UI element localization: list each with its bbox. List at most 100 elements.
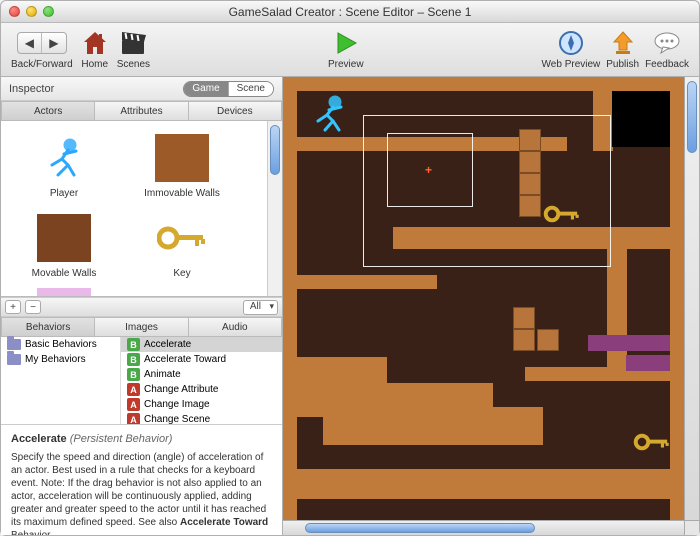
preview-button[interactable]: Preview	[328, 29, 364, 70]
description-body: Specify the speed and direction (angle) …	[11, 451, 272, 535]
toggle-scene[interactable]: Scene	[229, 82, 273, 96]
level-platform[interactable]	[297, 469, 685, 499]
key-icon	[157, 224, 207, 252]
inspector-panel: Inspector Game Scene Actors Attributes D…	[1, 77, 283, 535]
tab-devices[interactable]: Devices	[189, 101, 282, 121]
web-preview-button[interactable]: Web Preview	[542, 29, 601, 70]
content-area: Inspector Game Scene Actors Attributes D…	[1, 77, 699, 535]
publish-button[interactable]: Publish	[606, 29, 639, 70]
main-toolbar: ◀ ▶ Back/Forward Home	[1, 23, 699, 77]
inspector-title: Inspector	[9, 83, 54, 95]
folder-basic-behaviors[interactable]: Basic Behaviors	[1, 337, 120, 352]
selection-center-icon: +	[425, 163, 432, 177]
behavior-badge-icon: B	[127, 368, 140, 381]
player-sprite[interactable]	[313, 95, 347, 133]
remove-actor-button[interactable]: −	[25, 300, 41, 314]
scenes-icon	[118, 30, 148, 56]
actor-label: Immovable Walls	[144, 188, 220, 199]
level-block[interactable]	[513, 329, 535, 351]
feedback-label: Feedback	[645, 59, 689, 70]
scenes-button[interactable]: Scenes	[117, 29, 150, 70]
window-title: GameSalad Creator : Scene Editor – Scene…	[1, 5, 699, 19]
behavior-item[interactable]: BAccelerate	[121, 337, 282, 352]
actor-item-player[interactable]: Player	[5, 125, 123, 205]
actor-item-movable-walls[interactable]: Movable Walls	[5, 205, 123, 285]
tab-behaviors[interactable]: Behaviors	[1, 317, 95, 337]
behavior-badge-icon: B	[127, 353, 140, 366]
feedback-button[interactable]: Feedback	[645, 29, 689, 70]
forward-icon: ▶	[49, 36, 58, 50]
actor-item-extra[interactable]	[5, 285, 123, 297]
behavior-badge-icon: B	[127, 338, 140, 351]
behavior-badge-icon: A	[127, 398, 140, 411]
level-block[interactable]	[537, 329, 559, 351]
back-forward-label: Back/Forward	[11, 59, 73, 70]
actors-grid: Player Immovable Walls Movable Walls	[1, 121, 282, 297]
behavior-list: BAccelerate BAccelerate Toward BAnimate …	[121, 337, 282, 424]
description-title: Accelerate (Persistent Behavior)	[11, 433, 272, 445]
app-window: GameSalad Creator : Scene Editor – Scene…	[0, 0, 700, 536]
inspector-header: Inspector Game Scene	[1, 77, 282, 101]
behavior-badge-icon: A	[127, 413, 140, 424]
toggle-game[interactable]: Game	[184, 82, 228, 96]
folder-icon	[7, 339, 21, 350]
add-actor-button[interactable]: +	[5, 300, 21, 314]
level-platform[interactable]	[323, 407, 543, 445]
behavior-badge-icon: A	[127, 383, 140, 396]
level-platform[interactable]	[283, 77, 699, 91]
behavior-item[interactable]: AChange Attribute	[121, 382, 282, 397]
actor-label: Movable Walls	[32, 268, 97, 279]
scroll-thumb[interactable]	[270, 125, 280, 175]
behavior-item[interactable]: BAccelerate Toward	[121, 352, 282, 367]
scroll-thumb[interactable]	[687, 81, 697, 153]
library-browser: Basic Behaviors My Behaviors BAccelerate…	[1, 337, 282, 425]
pink-actor-icon	[37, 288, 91, 297]
actors-footer-bar: + − All	[1, 297, 282, 317]
home-button[interactable]: Home	[79, 29, 111, 70]
tab-images[interactable]: Images	[95, 317, 188, 337]
tab-actors[interactable]: Actors	[1, 101, 95, 121]
resize-grip-icon[interactable]	[684, 520, 699, 535]
back-forward-button[interactable]: ◀ ▶ Back/Forward	[11, 29, 73, 70]
behavior-item[interactable]: BAnimate	[121, 367, 282, 382]
back-icon: ◀	[25, 36, 34, 50]
level-platform[interactable]	[373, 383, 493, 409]
actor-item-key[interactable]: Key	[123, 205, 241, 285]
actors-scrollbar[interactable]	[267, 121, 282, 296]
behavior-item[interactable]: AChange Image	[121, 397, 282, 412]
home-label: Home	[81, 59, 108, 70]
preview-label: Preview	[328, 59, 364, 70]
level-purple-block[interactable]	[626, 355, 670, 371]
inspector-tabs: Actors Attributes Devices	[1, 101, 282, 121]
tab-audio[interactable]: Audio	[189, 317, 282, 337]
level-platform[interactable]	[283, 77, 297, 535]
titlebar: GameSalad Creator : Scene Editor – Scene…	[1, 1, 699, 23]
play-icon	[332, 30, 360, 56]
publish-label: Publish	[606, 59, 639, 70]
folder-my-behaviors[interactable]: My Behaviors	[1, 352, 120, 367]
compass-icon	[558, 30, 584, 56]
level-platform[interactable]	[297, 275, 437, 289]
home-icon	[81, 30, 109, 56]
game-scene-toggle[interactable]: Game Scene	[183, 81, 274, 97]
level-block[interactable]	[513, 307, 535, 329]
tab-attributes[interactable]: Attributes	[95, 101, 188, 121]
scroll-thumb[interactable]	[305, 523, 535, 533]
movable-wall-icon	[37, 214, 91, 262]
level-dark-block[interactable]	[612, 91, 670, 147]
scene-canvas[interactable]: +	[283, 77, 699, 535]
wall-icon	[155, 134, 209, 182]
actor-item-immovable-walls[interactable]: Immovable Walls	[123, 125, 241, 205]
web-preview-label: Web Preview	[542, 59, 601, 70]
level-purple-block[interactable]	[588, 335, 670, 351]
player-icon	[44, 137, 84, 179]
key-sprite[interactable]	[633, 431, 673, 453]
behavior-description: Accelerate (Persistent Behavior) Specify…	[1, 425, 282, 535]
scenes-label: Scenes	[117, 59, 150, 70]
actor-filter-dropdown[interactable]: All	[243, 300, 278, 315]
upload-icon	[610, 30, 636, 56]
stage-hscrollbar[interactable]	[283, 520, 684, 535]
behavior-item[interactable]: AChange Scene	[121, 412, 282, 424]
stage-vscrollbar[interactable]	[684, 77, 699, 520]
level-platform[interactable]	[670, 77, 684, 535]
